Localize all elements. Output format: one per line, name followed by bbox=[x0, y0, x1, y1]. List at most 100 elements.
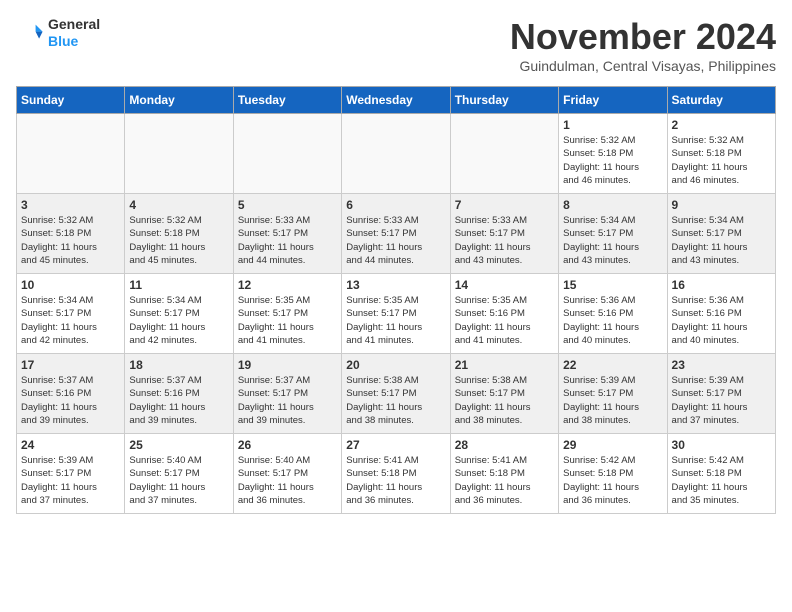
day-info: Sunrise: 5:32 AM Sunset: 5:18 PM Dayligh… bbox=[129, 214, 228, 267]
calendar-cell bbox=[233, 114, 341, 194]
logo-text: General Blue bbox=[48, 16, 100, 50]
day-info: Sunrise: 5:41 AM Sunset: 5:18 PM Dayligh… bbox=[455, 454, 554, 507]
day-info: Sunrise: 5:37 AM Sunset: 5:16 PM Dayligh… bbox=[21, 374, 120, 427]
day-info: Sunrise: 5:37 AM Sunset: 5:17 PM Dayligh… bbox=[238, 374, 337, 427]
calendar-cell: 4 Sunrise: 5:32 AM Sunset: 5:18 PM Daylig… bbox=[125, 194, 233, 274]
calendar-cell: 10Sunrise: 5:34 AM Sunset: 5:17 PM Dayli… bbox=[17, 274, 125, 354]
col-header-wednesday: Wednesday bbox=[342, 87, 450, 114]
day-info: Sunrise: 5:35 AM Sunset: 5:17 PM Dayligh… bbox=[238, 294, 337, 347]
week-row-2: 3 Sunrise: 5:32 AM Sunset: 5:18 PM Daylig… bbox=[17, 194, 776, 274]
calendar-cell: 2Sunrise: 5:32 AM Sunset: 5:18 PM Daylig… bbox=[667, 114, 775, 194]
day-info: Sunrise: 5:35 AM Sunset: 5:16 PM Dayligh… bbox=[455, 294, 554, 347]
day-number: 9 bbox=[672, 198, 771, 212]
calendar-cell: 18 Sunrise: 5:37 AM Sunset: 5:16 PM Dayli… bbox=[125, 354, 233, 434]
month-year-title: November 2024 bbox=[510, 16, 776, 58]
day-info: Sunrise: 5:34 AM Sunset: 5:17 PM Dayligh… bbox=[21, 294, 120, 347]
day-number: 30 bbox=[672, 438, 771, 452]
day-number: 27 bbox=[346, 438, 445, 452]
header-row: SundayMondayTuesdayWednesdayThursdayFrid… bbox=[17, 87, 776, 114]
day-number: 25 bbox=[129, 438, 228, 452]
calendar-header: SundayMondayTuesdayWednesdayThursdayFrid… bbox=[17, 87, 776, 114]
calendar-cell: 9 Sunrise: 5:34 AM Sunset: 5:17 PM Daylig… bbox=[667, 194, 775, 274]
col-header-tuesday: Tuesday bbox=[233, 87, 341, 114]
calendar-cell: 3Sunrise: 5:32 AM Sunset: 5:18 PM Daylig… bbox=[17, 194, 125, 274]
calendar-cell: 26 Sunrise: 5:40 AM Sunset: 5:17 PM Dayli… bbox=[233, 434, 341, 514]
day-number: 7 bbox=[455, 198, 554, 212]
calendar-cell: 16 Sunrise: 5:36 AM Sunset: 5:16 PM Dayli… bbox=[667, 274, 775, 354]
day-info: Sunrise: 5:36 AM Sunset: 5:16 PM Dayligh… bbox=[672, 294, 771, 347]
location-subtitle: Guindulman, Central Visayas, Philippines bbox=[510, 58, 776, 74]
calendar-cell: 19 Sunrise: 5:37 AM Sunset: 5:17 PM Dayli… bbox=[233, 354, 341, 434]
day-info: Sunrise: 5:40 AM Sunset: 5:17 PM Dayligh… bbox=[238, 454, 337, 507]
col-header-sunday: Sunday bbox=[17, 87, 125, 114]
day-info: Sunrise: 5:38 AM Sunset: 5:17 PM Dayligh… bbox=[346, 374, 445, 427]
title-block: November 2024 Guindulman, Central Visaya… bbox=[510, 16, 776, 74]
day-number: 22 bbox=[563, 358, 662, 372]
day-number: 3 bbox=[21, 198, 120, 212]
day-number: 18 bbox=[129, 358, 228, 372]
calendar-cell: 14 Sunrise: 5:35 AM Sunset: 5:16 PM Dayli… bbox=[450, 274, 558, 354]
calendar-cell: 30Sunrise: 5:42 AM Sunset: 5:18 PM Dayli… bbox=[667, 434, 775, 514]
day-info: Sunrise: 5:33 AM Sunset: 5:17 PM Dayligh… bbox=[455, 214, 554, 267]
calendar-cell: 25 Sunrise: 5:40 AM Sunset: 5:17 PM Dayli… bbox=[125, 434, 233, 514]
calendar-cell: 13 Sunrise: 5:35 AM Sunset: 5:17 PM Dayli… bbox=[342, 274, 450, 354]
page-header: General Blue November 2024 Guindulman, C… bbox=[16, 16, 776, 74]
logo-icon bbox=[16, 19, 44, 47]
calendar-cell: 5 Sunrise: 5:33 AM Sunset: 5:17 PM Daylig… bbox=[233, 194, 341, 274]
day-number: 1 bbox=[563, 118, 662, 132]
calendar-table: SundayMondayTuesdayWednesdayThursdayFrid… bbox=[16, 86, 776, 514]
day-number: 17 bbox=[21, 358, 120, 372]
calendar-cell: 23Sunrise: 5:39 AM Sunset: 5:17 PM Dayli… bbox=[667, 354, 775, 434]
calendar-cell: 12 Sunrise: 5:35 AM Sunset: 5:17 PM Dayli… bbox=[233, 274, 341, 354]
calendar-cell: 1 Sunrise: 5:32 AM Sunset: 5:18 PM Daylig… bbox=[559, 114, 667, 194]
day-number: 24 bbox=[21, 438, 120, 452]
day-info: Sunrise: 5:34 AM Sunset: 5:17 PM Dayligh… bbox=[672, 214, 771, 267]
day-info: Sunrise: 5:39 AM Sunset: 5:17 PM Dayligh… bbox=[21, 454, 120, 507]
day-info: Sunrise: 5:38 AM Sunset: 5:17 PM Dayligh… bbox=[455, 374, 554, 427]
day-info: Sunrise: 5:34 AM Sunset: 5:17 PM Dayligh… bbox=[129, 294, 228, 347]
logo-general: General bbox=[48, 16, 100, 33]
calendar-cell: 17 Sunrise: 5:37 AM Sunset: 5:16 PM Dayli… bbox=[17, 354, 125, 434]
day-info: Sunrise: 5:40 AM Sunset: 5:17 PM Dayligh… bbox=[129, 454, 228, 507]
day-info: Sunrise: 5:35 AM Sunset: 5:17 PM Dayligh… bbox=[346, 294, 445, 347]
day-number: 16 bbox=[672, 278, 771, 292]
calendar-cell: 21 Sunrise: 5:38 AM Sunset: 5:17 PM Dayli… bbox=[450, 354, 558, 434]
calendar-cell bbox=[342, 114, 450, 194]
week-row-5: 24 Sunrise: 5:39 AM Sunset: 5:17 PM Dayli… bbox=[17, 434, 776, 514]
day-info: Sunrise: 5:41 AM Sunset: 5:18 PM Dayligh… bbox=[346, 454, 445, 507]
calendar-cell bbox=[125, 114, 233, 194]
day-info: Sunrise: 5:36 AM Sunset: 5:16 PM Dayligh… bbox=[563, 294, 662, 347]
col-header-monday: Monday bbox=[125, 87, 233, 114]
day-info: Sunrise: 5:33 AM Sunset: 5:17 PM Dayligh… bbox=[346, 214, 445, 267]
calendar-cell: 28Sunrise: 5:41 AM Sunset: 5:18 PM Dayli… bbox=[450, 434, 558, 514]
day-number: 4 bbox=[129, 198, 228, 212]
col-header-saturday: Saturday bbox=[667, 87, 775, 114]
day-number: 21 bbox=[455, 358, 554, 372]
day-number: 29 bbox=[563, 438, 662, 452]
day-info: Sunrise: 5:32 AM Sunset: 5:18 PM Dayligh… bbox=[563, 134, 662, 187]
day-info: Sunrise: 5:42 AM Sunset: 5:18 PM Dayligh… bbox=[563, 454, 662, 507]
day-number: 13 bbox=[346, 278, 445, 292]
logo: General Blue bbox=[16, 16, 100, 50]
calendar-cell: 11 Sunrise: 5:34 AM Sunset: 5:17 PM Dayli… bbox=[125, 274, 233, 354]
day-number: 8 bbox=[563, 198, 662, 212]
day-number: 11 bbox=[129, 278, 228, 292]
day-number: 19 bbox=[238, 358, 337, 372]
day-number: 20 bbox=[346, 358, 445, 372]
day-number: 6 bbox=[346, 198, 445, 212]
col-header-thursday: Thursday bbox=[450, 87, 558, 114]
day-number: 26 bbox=[238, 438, 337, 452]
day-info: Sunrise: 5:37 AM Sunset: 5:16 PM Dayligh… bbox=[129, 374, 228, 427]
calendar-cell: 8Sunrise: 5:34 AM Sunset: 5:17 PM Daylig… bbox=[559, 194, 667, 274]
day-info: Sunrise: 5:32 AM Sunset: 5:18 PM Dayligh… bbox=[672, 134, 771, 187]
calendar-cell: 22Sunrise: 5:39 AM Sunset: 5:17 PM Dayli… bbox=[559, 354, 667, 434]
week-row-1: 1 Sunrise: 5:32 AM Sunset: 5:18 PM Daylig… bbox=[17, 114, 776, 194]
calendar-cell: 15Sunrise: 5:36 AM Sunset: 5:16 PM Dayli… bbox=[559, 274, 667, 354]
day-number: 14 bbox=[455, 278, 554, 292]
calendar-cell: 20 Sunrise: 5:38 AM Sunset: 5:17 PM Dayli… bbox=[342, 354, 450, 434]
calendar-cell: 7 Sunrise: 5:33 AM Sunset: 5:17 PM Daylig… bbox=[450, 194, 558, 274]
day-number: 12 bbox=[238, 278, 337, 292]
day-number: 5 bbox=[238, 198, 337, 212]
calendar-cell bbox=[450, 114, 558, 194]
day-info: Sunrise: 5:33 AM Sunset: 5:17 PM Dayligh… bbox=[238, 214, 337, 267]
